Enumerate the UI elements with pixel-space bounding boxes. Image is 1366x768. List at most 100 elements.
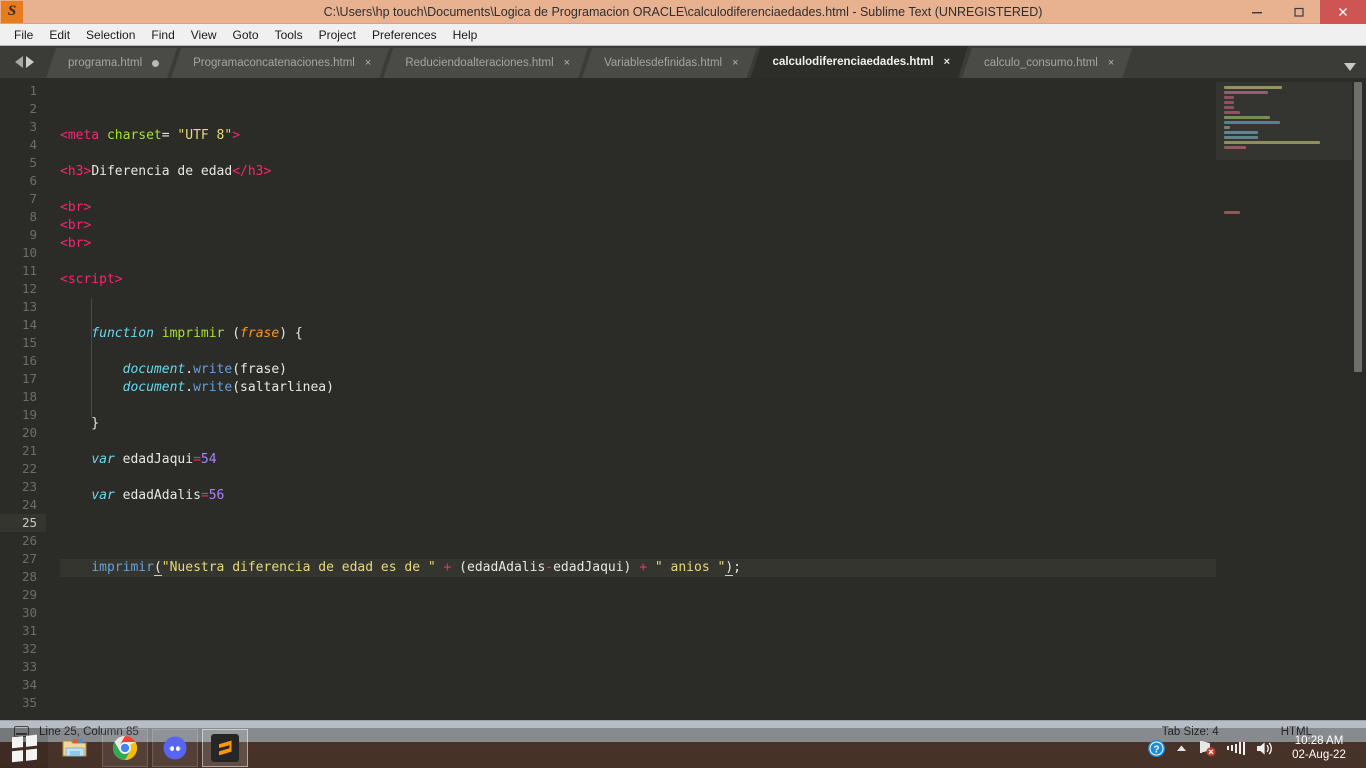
code-line[interactable] (60, 145, 1216, 163)
code-line[interactable]: <meta charset= "UTF 8"> (60, 127, 1216, 145)
code-line[interactable]: function imprimir (frase) { (60, 325, 1216, 343)
code-line[interactable]: <br> (60, 199, 1216, 217)
clock[interactable]: 10:28 AM 02-Aug-22 (1284, 734, 1358, 762)
vertical-scrollbar[interactable] (1352, 82, 1364, 716)
code-line[interactable] (60, 703, 1216, 720)
menu-find[interactable]: Find (143, 25, 182, 45)
show-hidden-icons-icon[interactable] (1176, 744, 1187, 753)
taskbar-sublime-text[interactable] (202, 729, 248, 767)
code-line[interactable]: } (60, 415, 1216, 433)
code-line[interactable] (60, 613, 1216, 631)
menu-goto[interactable]: Goto (225, 25, 267, 45)
menu-view[interactable]: View (183, 25, 225, 45)
code-line[interactable]: document.write(frase) (60, 361, 1216, 379)
close-icon[interactable]: × (732, 58, 738, 69)
code-token: (saltarlinea) (232, 380, 334, 395)
volume-icon[interactable] (1255, 740, 1274, 757)
code-token: ( (224, 326, 241, 341)
line-number: 6 (29, 173, 37, 188)
tab-reduciendoalteraciones[interactable]: Reduciendoalteraciones.html × (383, 48, 588, 78)
taskbar-file-explorer[interactable] (52, 729, 98, 767)
code-line[interactable] (60, 577, 1216, 595)
line-number: 4 (29, 137, 37, 152)
menu-selection[interactable]: Selection (78, 25, 143, 45)
close-icon[interactable]: × (564, 58, 570, 69)
code-line[interactable]: <br> (60, 235, 1216, 253)
code-token: = (161, 128, 178, 143)
code-line[interactable] (60, 667, 1216, 685)
line-number: 33 (21, 659, 37, 674)
code-token: > (114, 272, 123, 287)
code-line[interactable] (60, 397, 1216, 415)
close-icon[interactable]: × (944, 57, 950, 68)
close-button[interactable] (1320, 0, 1366, 24)
code-line[interactable] (60, 181, 1216, 199)
sublime-text-icon (211, 734, 239, 762)
code-line[interactable] (60, 289, 1216, 307)
start-button[interactable] (0, 728, 48, 768)
line-number: 22 (21, 461, 37, 476)
signal-strength-icon[interactable] (1226, 741, 1245, 755)
tab-next-icon[interactable] (25, 56, 34, 68)
code-line[interactable] (60, 505, 1216, 523)
code-line[interactable]: imprimir("Nuestra diferencia de edad es … (60, 559, 1216, 577)
tab-variablesdefinidas[interactable]: Variablesdefinidas.html × (582, 48, 756, 78)
minimap-viewport[interactable] (1216, 82, 1352, 160)
code-line[interactable]: <br> (60, 217, 1216, 235)
code-line[interactable] (60, 685, 1216, 703)
menu-help[interactable]: Help (445, 25, 486, 45)
chevron-down-icon[interactable] (1344, 63, 1356, 71)
code-line[interactable]: var edadJaqui=54 (60, 451, 1216, 469)
code-line[interactable] (60, 595, 1216, 613)
code-content[interactable]: <meta charset= "UTF 8"> <h3>Diferencia d… (46, 78, 1216, 720)
window-controls (1236, 0, 1366, 24)
tab-calculodiferenciaedades[interactable]: calculodiferenciaedades.html × (751, 46, 969, 78)
minimap[interactable] (1216, 78, 1366, 720)
code-line[interactable] (60, 469, 1216, 487)
menu-file[interactable]: File (6, 25, 41, 45)
code-token: document (122, 380, 186, 395)
taskbar-discord[interactable] (152, 729, 198, 767)
code-line[interactable] (60, 343, 1216, 361)
tab-programaconcatenaciones[interactable]: Programaconcatenaciones.html × (171, 48, 389, 78)
menu-tools[interactable]: Tools (267, 25, 311, 45)
code-line[interactable]: <h3>Diferencia de edad</h3> (60, 163, 1216, 181)
code-token: < (60, 218, 68, 233)
close-icon[interactable]: × (1108, 58, 1114, 69)
tab-prev-icon[interactable] (14, 56, 23, 68)
close-icon[interactable]: × (365, 58, 371, 69)
code-line[interactable] (60, 253, 1216, 271)
taskbar-google-chrome[interactable] (102, 729, 148, 767)
line-number: 13 (21, 299, 37, 314)
maximize-button[interactable] (1278, 0, 1320, 24)
help-icon[interactable]: ? (1147, 739, 1166, 758)
menu-preferences[interactable]: Preferences (364, 25, 445, 45)
code-token: document (122, 362, 186, 377)
code-token: script (67, 272, 115, 287)
minimize-button[interactable] (1236, 0, 1278, 24)
code-token: . (185, 380, 194, 395)
code-line[interactable]: document.write(saltarlinea) (60, 379, 1216, 397)
scrollbar-thumb[interactable] (1354, 82, 1362, 372)
menu-edit[interactable]: Edit (41, 25, 78, 45)
code-token: . (185, 362, 194, 377)
sublime-app-icon: S (1, 0, 23, 23)
code-token: < (60, 200, 68, 215)
code-line[interactable] (60, 631, 1216, 649)
code-line[interactable] (60, 523, 1216, 541)
tab-calculo-consumo[interactable]: calculo_consumo.html × (962, 48, 1132, 78)
code-line[interactable] (60, 649, 1216, 667)
unsaved-dot-icon[interactable] (152, 60, 159, 67)
tab-programa[interactable]: programa.html (46, 48, 177, 78)
menu-project[interactable]: Project (311, 25, 364, 45)
chrome-icon (112, 736, 138, 760)
code-line[interactable]: <script> (60, 271, 1216, 289)
code-line[interactable] (60, 433, 1216, 451)
code-token: < (60, 128, 68, 143)
code-line[interactable] (60, 541, 1216, 559)
code-line[interactable] (60, 307, 1216, 325)
code-token: " anios " (654, 560, 726, 575)
code-line[interactable]: var edadAdalis=56 (60, 487, 1216, 505)
tab-nav-arrows[interactable] (2, 46, 46, 78)
network-disconnected-icon[interactable] (1197, 739, 1217, 757)
